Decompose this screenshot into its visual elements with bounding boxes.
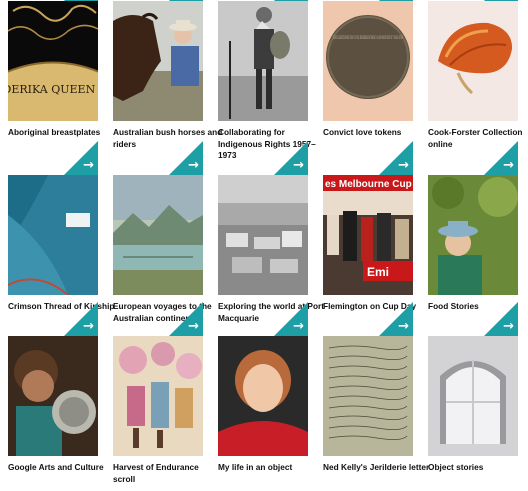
corner-flag [169,0,203,1]
collection-grid: ADA DERIKA QUEEN OF D → Aboriginal breas… [0,0,528,491]
tile-image [218,175,308,295]
arrow-right-icon[interactable]: → [398,159,409,172]
corner-flag [274,0,308,1]
tile-image [428,336,518,456]
tile-title[interactable]: Ned Kelly's Jerilderie letter [323,462,433,474]
arrow-right-icon[interactable]: → [398,320,409,333]
tile-title[interactable]: Exploring the world at Port Macquarie [218,301,328,324]
tile-title[interactable]: Aboriginal breastplates [8,127,118,139]
tile-image [323,336,413,456]
arrow-right-icon[interactable]: → [83,320,94,333]
breastplate-text-line-1: ADA DERIKA QUEEN OF D [8,83,98,96]
tile-title[interactable]: Collaborating for Indigenous Rights 1957… [218,127,328,162]
tile-title[interactable]: Crimson Thread of Kinship [8,301,118,313]
tile-title[interactable]: Object stories [428,462,528,474]
tile-image [8,336,98,456]
tile-image [113,175,203,295]
corner-flag [64,0,98,1]
arrow-right-icon[interactable]: → [503,159,514,172]
tile-image [428,1,518,121]
tile-image [113,336,203,456]
tile-image: DEAR ELIZABETH WHEN THIS YOU SEE REMEMBE… [323,1,413,121]
tile-image: es Melbourne Cup Emi [323,175,413,295]
arrow-right-icon[interactable]: → [503,320,514,333]
tile-title[interactable]: My life in an object [218,462,328,474]
arrow-right-icon[interactable]: → [293,159,304,172]
banner-text: es Melbourne Cup [325,179,412,190]
arrow-right-icon[interactable]: → [188,320,199,333]
tile-image [113,1,203,121]
corner-flag [379,0,413,1]
corner-flag [484,0,518,1]
tile-title[interactable]: Convict love tokens [323,127,433,139]
arrow-right-icon[interactable]: → [188,159,199,172]
token-inscription: DEAR ELIZABETH WHEN THIS YOU SEE REMEMBE… [333,35,403,41]
tile-image [218,1,308,121]
arrow-right-icon[interactable]: → [83,159,94,172]
tile-image [218,336,308,456]
tile-title[interactable]: Australian bush horses and riders [113,127,223,150]
tile-image: ADA DERIKA QUEEN OF D [8,1,98,121]
tile-title[interactable]: Harvest of Endurance scroll [113,462,223,485]
tile-title[interactable]: Flemington on Cup Day [323,301,433,313]
tile-title[interactable]: European voyages to the Australian conti… [113,301,223,324]
tile-image [428,175,518,295]
banner-text-lower: Emi [367,265,389,279]
tile-title[interactable]: Google Arts and Culture [8,462,118,474]
arrow-right-icon[interactable]: → [293,320,304,333]
tile-image [8,175,98,295]
